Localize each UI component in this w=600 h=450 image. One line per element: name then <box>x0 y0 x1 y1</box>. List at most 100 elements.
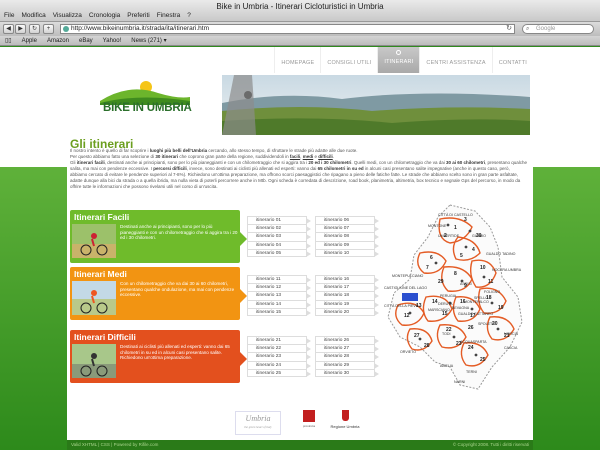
itinerary-link[interactable]: itinerario 17 <box>315 283 379 292</box>
itinerary-list-easy-b: itinerario 06 itinerario 07 itinerario 0… <box>315 216 379 257</box>
itinerary-link[interactable]: itinerario 28 <box>315 352 379 361</box>
svg-text:6: 6 <box>430 255 433 261</box>
link-difficili[interactable]: difficili <box>318 154 333 159</box>
svg-text:8: 8 <box>454 271 457 277</box>
svg-text:TERNI: TERNI <box>466 370 477 374</box>
regione-umbria-logo[interactable]: Regione Umbria <box>325 410 365 435</box>
itinerary-link[interactable]: itinerario 11 <box>247 275 311 284</box>
url-bar[interactable]: http://www.bikeinumbria.it/strada/ita/it… <box>60 24 515 34</box>
svg-text:DERUTA: DERUTA <box>438 302 453 306</box>
itinerary-link[interactable]: itinerario 02 <box>247 224 311 233</box>
itinerary-link[interactable]: itinerario 08 <box>315 232 379 241</box>
favicon-icon <box>63 26 69 32</box>
itinerary-link[interactable]: itinerario 24 <box>247 360 311 369</box>
svg-text:ORVIETO: ORVIETO <box>400 350 416 354</box>
itinerary-link[interactable]: itinerario 03 <box>247 232 311 241</box>
itinerary-link[interactable]: itinerario 10 <box>315 248 379 257</box>
itinerary-list-easy-a: itinerario 01 itinerario 02 itinerario 0… <box>247 216 311 257</box>
menu-preferiti[interactable]: Preferiti <box>127 12 149 19</box>
bookmark-yahoo[interactable]: Yahoo! <box>103 36 122 45</box>
category-desc: Destinati anche ai principianti, sono pe… <box>120 224 238 241</box>
bookmark-news[interactable]: News (271) ▾ <box>131 36 166 45</box>
itinerary-link[interactable]: itinerario 01 <box>247 216 311 225</box>
category-title: Itinerari Medi <box>74 269 127 279</box>
menu-help[interactable]: ? <box>187 12 191 19</box>
itinerary-link[interactable]: itinerario 13 <box>247 291 311 300</box>
category-facili[interactable]: Itinerari Facili Destinati anche ai prin… <box>70 210 247 263</box>
itinerary-link[interactable]: itinerario 21 <box>247 336 311 345</box>
category-medi[interactable]: Itinerari Medi Con un chilometraggio che… <box>70 267 247 320</box>
nav-contatti[interactable]: CONTATTI <box>491 47 533 73</box>
svg-text:3: 3 <box>464 217 467 223</box>
svg-text:4: 4 <box>472 247 475 253</box>
bookmark-ebay[interactable]: eBay <box>79 36 93 45</box>
itinerary-link[interactable]: itinerario 22 <box>247 344 311 353</box>
itinerary-link[interactable]: itinerario 16 <box>315 275 379 284</box>
menu-modifica[interactable]: Modifica <box>21 12 45 19</box>
svg-text:AMELIA: AMELIA <box>440 364 454 368</box>
itinerary-link[interactable]: itinerario 20 <box>315 307 379 316</box>
menu-finestra[interactable]: Finestra <box>157 12 180 19</box>
itinerary-link[interactable]: itinerario 27 <box>315 344 379 353</box>
add-bookmark-button[interactable]: + <box>43 24 54 34</box>
nav-itinerari-label: ITINERARI <box>384 59 414 65</box>
svg-text:19: 19 <box>498 305 504 311</box>
itinerary-link[interactable]: itinerario 29 <box>315 360 379 369</box>
itinerary-list-medium-b: itinerario 16 itinerario 17 itinerario 1… <box>315 275 379 316</box>
svg-text:14: 14 <box>432 299 438 305</box>
back-button[interactable]: ◀ <box>3 24 14 34</box>
itinerary-link[interactable]: itinerario 19 <box>315 299 379 308</box>
svg-text:CITTÀ DELLA PIEVE: CITTÀ DELLA PIEVE <box>384 304 419 308</box>
reload-button[interactable]: ↻ <box>29 24 40 34</box>
site-container: HOMEPAGE CONSIGLI UTILI ITINERARI CENTRI… <box>67 47 533 440</box>
itinerary-link[interactable]: itinerario 15 <box>247 307 311 316</box>
itinerary-link[interactable]: itinerario 12 <box>247 283 311 292</box>
search-input[interactable]: ⌕ Google <box>522 24 594 34</box>
itinerary-link[interactable]: itinerario 18 <box>315 291 379 300</box>
umbria-route-map[interactable]: CITTÀ DI CASTELLO UMBERTIDE GUBBIO GUALD… <box>380 197 530 397</box>
umbria-logo[interactable]: Umbria the green heart of italy <box>235 411 281 435</box>
svg-text:28: 28 <box>424 343 430 349</box>
itinerary-link[interactable]: itinerario 26 <box>315 336 379 345</box>
nav-itinerari[interactable]: ITINERARI <box>377 47 420 73</box>
footer-left[interactable]: Valid XHTML | CSS | Powered by Rifile.co… <box>71 440 158 450</box>
itinerary-link[interactable]: itinerario 14 <box>247 299 311 308</box>
back-arrow-icon: ◀ <box>6 26 11 32</box>
refresh-icon[interactable]: ↻ <box>506 25 512 33</box>
itinerary-link[interactable]: itinerario 07 <box>315 224 379 233</box>
hero-image <box>222 75 530 135</box>
category-arrow <box>240 352 247 366</box>
itinerary-link[interactable]: itinerario 23 <box>247 352 311 361</box>
bookmarks-bar: ▯▯ Apple Amazon eBay Yahoo! News (271) ▾ <box>0 36 600 46</box>
svg-text:23: 23 <box>456 341 462 347</box>
bookmarks-book-icon[interactable]: ▯▯ <box>5 36 12 45</box>
cyclist-photo-hard <box>72 344 116 378</box>
link-medi[interactable]: medi <box>303 154 314 159</box>
link-facili[interactable]: facili <box>290 154 300 159</box>
forward-button[interactable]: ▶ <box>15 24 26 34</box>
category-difficili[interactable]: Itinerari Difficili Destinati ai ciclist… <box>70 330 247 383</box>
category-desc: Con un chilometraggio che va dai 30 ai 6… <box>120 281 235 298</box>
svg-text:30: 30 <box>476 233 482 239</box>
itinerary-link[interactable]: itinerario 30 <box>315 368 379 377</box>
category-arrow <box>240 232 247 246</box>
menu-cronologia[interactable]: Cronologia <box>89 12 120 19</box>
svg-text:29: 29 <box>438 279 444 285</box>
nav-homepage[interactable]: HOMEPAGE <box>274 47 320 73</box>
bookmark-amazon[interactable]: Amazon <box>47 36 69 45</box>
bookmark-apple[interactable]: Apple <box>22 36 37 45</box>
menu-file[interactable]: File <box>4 12 14 19</box>
site-logo[interactable]: BIKE IN UMBRIA <box>98 77 193 122</box>
provincia-logo[interactable]: provincia <box>299 410 319 435</box>
category-arrow <box>240 289 247 303</box>
itinerary-link[interactable]: itinerario 05 <box>247 248 311 257</box>
nav-centri-assistenza[interactable]: CENTRI ASSISTENZA <box>419 47 491 73</box>
itinerary-link[interactable]: itinerario 25 <box>247 368 311 377</box>
menu-visualizza[interactable]: Visualizza <box>53 12 82 19</box>
itinerary-link[interactable]: itinerario 04 <box>247 240 311 249</box>
itinerary-link[interactable]: itinerario 06 <box>315 216 379 225</box>
itinerary-link[interactable]: itinerario 09 <box>315 240 379 249</box>
nav-consigli-utili[interactable]: CONSIGLI UTILI <box>320 47 377 73</box>
svg-text:17: 17 <box>470 313 476 319</box>
svg-text:MONTONE: MONTONE <box>428 224 447 228</box>
